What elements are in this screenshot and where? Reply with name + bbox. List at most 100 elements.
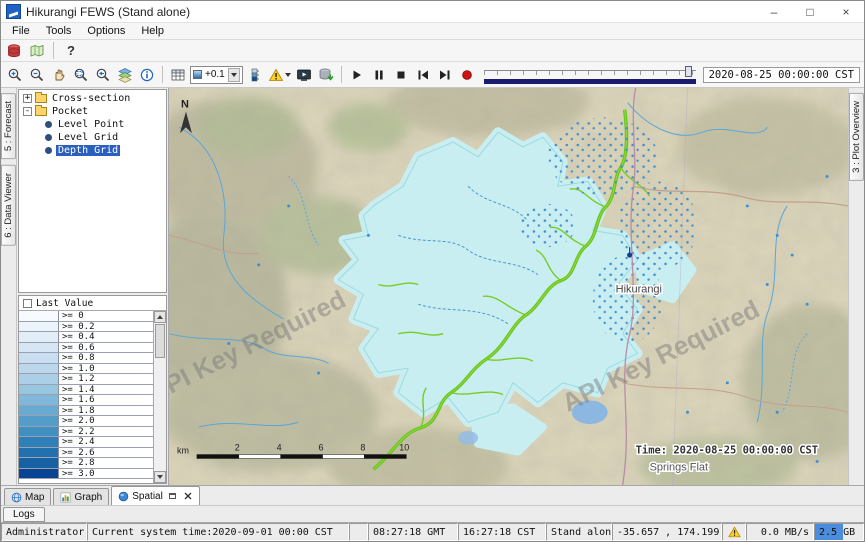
layer-tree: + Cross-section - Pocket Level Point Lev… [18, 89, 167, 293]
float-panel-button[interactable] [168, 491, 178, 501]
logs-tab-button[interactable]: Logs [3, 507, 45, 522]
export-data-button[interactable] [316, 65, 336, 85]
last-value-checkbox[interactable] [23, 299, 32, 308]
tree-item-cross-section[interactable]: + Cross-section [19, 92, 166, 105]
class-interval-combo[interactable]: +0.1 [190, 66, 243, 84]
combo-dropdown-button[interactable] [228, 68, 240, 82]
sidebar-tab-data-viewer[interactable]: 6 : Data Viewer [1, 165, 16, 246]
scale-tick-label: 4 [277, 443, 282, 453]
interval-value: +0.1 [205, 69, 225, 80]
collapse-minus-icon[interactable]: - [23, 107, 32, 116]
status-user: Administrator [1, 523, 87, 541]
tab-spatial[interactable]: Spatial [111, 486, 200, 505]
tree-item-level-point[interactable]: Level Point [19, 118, 166, 131]
map-document-icon [29, 43, 45, 59]
thresholds-button[interactable] [267, 65, 292, 85]
scroll-up-button[interactable] [154, 311, 166, 323]
sidebar-tab-forecast[interactable]: 5 : Forecast [1, 93, 16, 159]
tree-item-label: Cross-section [50, 93, 132, 104]
legend-row: >= 0.8 [19, 353, 153, 364]
layers-panel: + Cross-section - Pocket Level Point Lev… [17, 88, 169, 485]
scrollbar-thumb[interactable] [155, 324, 165, 358]
animation-button[interactable] [294, 65, 314, 85]
close-button[interactable]: × [828, 1, 864, 22]
tab-graph[interactable]: Graph [53, 488, 109, 505]
legend-label: >= 0.4 [59, 332, 153, 342]
color-scale-icon [247, 67, 263, 83]
expand-plus-icon[interactable]: + [23, 94, 32, 103]
tree-item-pocket[interactable]: - Pocket [19, 105, 166, 118]
tree-item-depth-grid[interactable]: Depth Grid [19, 144, 166, 157]
zoom-out-button[interactable] [27, 65, 47, 85]
folder-icon [35, 94, 47, 103]
scroll-down-button[interactable] [154, 471, 166, 483]
help-button[interactable]: ? [60, 41, 82, 61]
tab-map[interactable]: Map [4, 488, 51, 505]
legend-row: >= 2.8 [19, 458, 153, 469]
legend-scrollbar[interactable] [153, 311, 166, 483]
legend-swatch [19, 322, 59, 332]
flat-label: Springs Flat [650, 461, 708, 473]
zoom-out-icon [29, 67, 45, 83]
memory-text: 2.5 GB [819, 527, 855, 538]
legend-swatch [19, 427, 59, 437]
database-button[interactable] [4, 41, 24, 61]
current-datetime-field[interactable]: 2020-08-25 00:00:00 CST [703, 67, 860, 83]
scale-bar-segments [197, 455, 406, 459]
map-toolbar: +0.1 [1, 62, 864, 88]
menu-file[interactable]: File [4, 24, 38, 38]
legend-row: >= 1.2 [19, 374, 153, 385]
info-icon [139, 67, 155, 83]
pan-button[interactable] [49, 65, 69, 85]
zoom-box-button[interactable] [71, 65, 91, 85]
layers-button[interactable] [115, 65, 135, 85]
zoom-extent-button[interactable] [93, 65, 113, 85]
menu-options[interactable]: Options [79, 24, 133, 38]
legend-row: >= 2.6 [19, 448, 153, 459]
legend-header: Last Value [19, 296, 166, 311]
tree-item-level-grid[interactable]: Level Grid [19, 131, 166, 144]
compass-n-label: N [181, 99, 189, 111]
open-map-button[interactable] [27, 41, 47, 61]
globe-icon [11, 492, 22, 503]
database-icon [6, 43, 22, 59]
right-tab-strip: 3 : Plot Overview [848, 88, 864, 485]
maximize-button[interactable]: □ [792, 1, 828, 22]
step-back-button[interactable] [413, 65, 433, 85]
pause-button[interactable] [369, 65, 389, 85]
scale-unit-label: km [177, 446, 189, 456]
time-slider-handle[interactable] [685, 66, 692, 77]
legend-label: >= 1.0 [59, 364, 153, 374]
record-button[interactable] [457, 65, 477, 85]
legend-label: >= 2.4 [59, 437, 153, 447]
legend-label: >= 0.8 [59, 353, 153, 363]
time-slider[interactable] [484, 65, 696, 85]
zoom-in-button[interactable] [5, 65, 25, 85]
stop-button[interactable] [391, 65, 411, 85]
legend-label: >= 0.2 [59, 322, 153, 332]
legend-swatch [19, 416, 59, 426]
info-button[interactable] [137, 65, 157, 85]
color-scale-button[interactable] [245, 65, 265, 85]
app-logo-icon [6, 4, 21, 19]
minimize-button[interactable]: – [756, 1, 792, 22]
legend-row: >= 1.0 [19, 364, 153, 375]
scale-tick-label: 2 [235, 443, 240, 453]
menu-tools[interactable]: Tools [38, 24, 80, 38]
menu-help[interactable]: Help [133, 24, 172, 38]
tab-label: Map [25, 492, 44, 503]
grid-display-button[interactable] [168, 65, 188, 85]
close-panel-button[interactable] [183, 491, 193, 501]
sidebar-tab-plot-overview[interactable]: 3 : Plot Overview [849, 93, 864, 181]
map-canvas[interactable]: API Key Required API Key Required Hikura… [169, 88, 848, 485]
legend-label: >= 0 [59, 311, 153, 321]
scrollbar-track[interactable] [154, 359, 166, 471]
arrow-down-icon [157, 475, 163, 479]
legend-label: >= 1.2 [59, 374, 153, 384]
play-button[interactable] [347, 65, 367, 85]
legend-swatch [19, 458, 59, 468]
step-forward-button[interactable] [435, 65, 455, 85]
legend-row: >= 1.8 [19, 406, 153, 417]
status-warning-cell[interactable] [722, 523, 746, 541]
legend-swatch [19, 385, 59, 395]
